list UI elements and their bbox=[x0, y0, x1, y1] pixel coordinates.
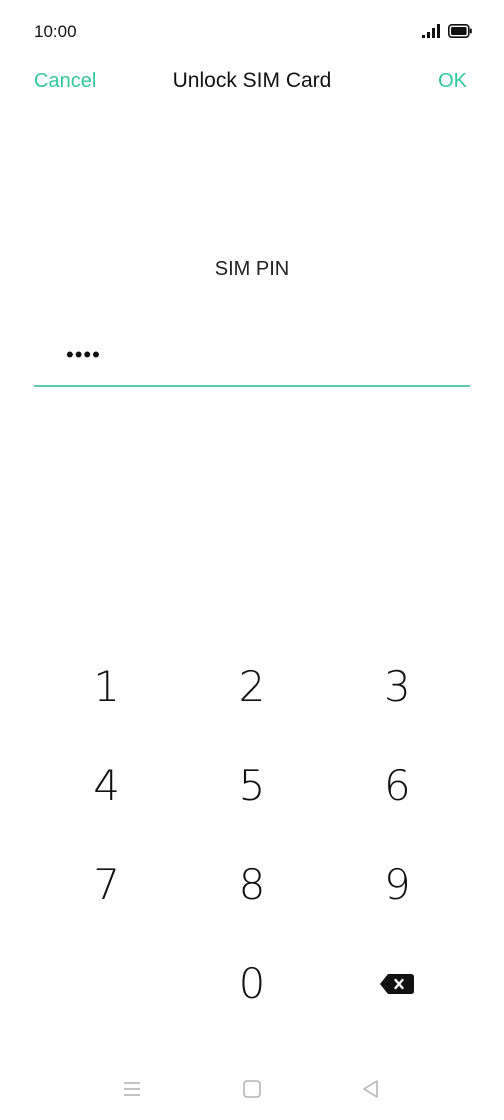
status-icons bbox=[422, 24, 472, 38]
pin-value: •••• bbox=[66, 342, 101, 367]
back-icon bbox=[363, 1080, 378, 1098]
key-9[interactable]: 9 bbox=[325, 835, 470, 934]
backspace-button[interactable] bbox=[325, 934, 470, 1033]
key-1[interactable]: 1 bbox=[34, 637, 179, 736]
key-empty bbox=[34, 934, 179, 1033]
key-8[interactable]: 8 bbox=[179, 835, 324, 934]
home-icon bbox=[243, 1080, 261, 1098]
status-bar: 10:00 bbox=[0, 0, 504, 66]
pin-label: SIM PIN bbox=[214, 258, 290, 280]
status-time: 10:00 bbox=[34, 22, 77, 41]
key-3[interactable]: 3 bbox=[325, 637, 470, 736]
backspace-icon bbox=[380, 973, 415, 994]
key-4[interactable]: 4 bbox=[34, 736, 179, 835]
key-7[interactable]: 7 bbox=[34, 835, 179, 934]
ok-button[interactable]: OK bbox=[438, 70, 467, 93]
pin-input[interactable]: •••• bbox=[34, 330, 470, 387]
header: Cancel Unlock SIM Card OK bbox=[0, 60, 504, 106]
battery-icon bbox=[448, 24, 472, 38]
keypad-row: 7 8 9 bbox=[34, 835, 470, 934]
keypad-row: 4 5 6 bbox=[34, 736, 470, 835]
signal-icon bbox=[422, 24, 440, 38]
key-5[interactable]: 5 bbox=[179, 736, 324, 835]
key-2[interactable]: 2 bbox=[179, 637, 324, 736]
keypad-row: 0 bbox=[34, 934, 470, 1033]
key-6[interactable]: 6 bbox=[325, 736, 470, 835]
page-title: Unlock SIM Card bbox=[172, 69, 332, 92]
menu-button[interactable] bbox=[117, 1074, 147, 1104]
navigation-bar bbox=[0, 1060, 504, 1120]
numeric-keypad: 1 2 3 4 5 6 7 8 9 0 bbox=[34, 637, 470, 1033]
back-button[interactable] bbox=[356, 1074, 386, 1104]
menu-icon bbox=[124, 1082, 140, 1096]
home-button[interactable] bbox=[237, 1074, 267, 1104]
keypad-row: 1 2 3 bbox=[34, 637, 470, 736]
key-0[interactable]: 0 bbox=[179, 934, 324, 1033]
